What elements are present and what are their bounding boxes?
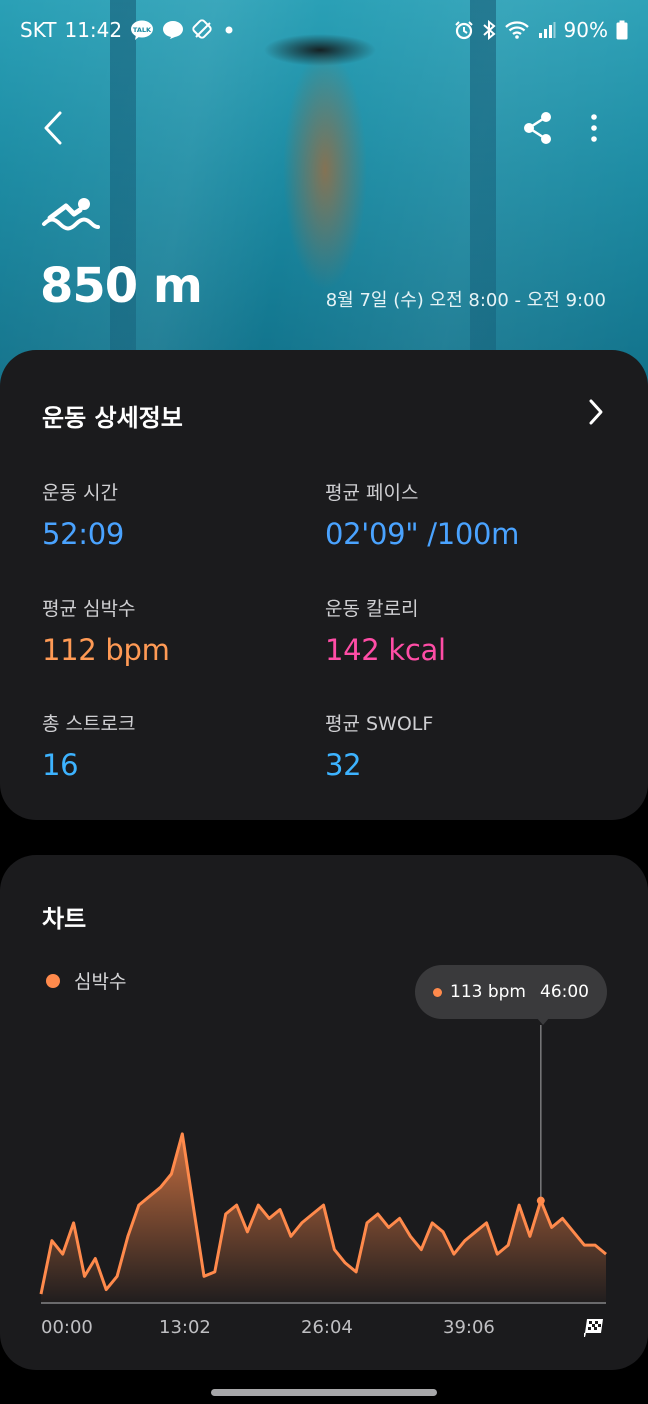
- stat-value: 142 kcal: [325, 633, 446, 667]
- details-title: 운동 상세정보: [42, 404, 183, 432]
- bluetooth-icon: [482, 20, 496, 40]
- stat-value: 02'09" /100m: [325, 517, 520, 551]
- chart-tooltip: 113 bpm 46:00: [415, 965, 607, 1019]
- stat-value: 52:09: [42, 517, 125, 551]
- top-toolbar: [0, 108, 648, 148]
- stat-value: 16: [42, 748, 79, 782]
- x-tick-label: 00:00: [41, 1317, 93, 1338]
- heart-rate-chart[interactable]: [0, 855, 648, 1370]
- x-tick-label: 39:06: [443, 1317, 495, 1338]
- carrier-label: SKT: [20, 18, 57, 42]
- stat-avg-heart-rate: 평균 심박수 112 bpm: [42, 594, 170, 667]
- wifi-icon: [504, 20, 530, 40]
- stat-avg-pace: 평균 페이스 02'09" /100m: [325, 478, 519, 551]
- stat-label: 평균 SWOLF: [325, 713, 434, 735]
- chart-card: 차트 심박수 113 bpm 46:00 00:00 13:02 26:04 3…: [0, 855, 648, 1370]
- signal-icon: [538, 21, 556, 39]
- svg-text:TALK: TALK: [133, 26, 152, 34]
- distance-value: 850 m: [40, 258, 203, 314]
- alarm-icon: [454, 20, 474, 40]
- stat-calories: 운동 칼로리 142 kcal: [325, 594, 446, 667]
- more-vertical-icon[interactable]: [582, 110, 606, 146]
- finish-flag-icon: [583, 1317, 606, 1338]
- share-icon[interactable]: [520, 110, 556, 146]
- home-indicator[interactable]: [211, 1389, 437, 1396]
- heart-rate-area: [41, 1133, 606, 1303]
- tooltip-time: 46:00: [540, 982, 589, 1002]
- stat-label: 총 스트로크: [42, 713, 136, 735]
- tooltip-value: 113 bpm: [450, 982, 526, 1002]
- battery-icon: [616, 20, 628, 40]
- tooltip-arrow: [536, 1017, 550, 1025]
- stat-label: 평균 페이스: [325, 482, 419, 504]
- stat-value: 32: [325, 748, 362, 782]
- bixby-icon: [192, 19, 214, 41]
- x-tick-label: 26:04: [301, 1317, 353, 1338]
- chevron-right-icon[interactable]: [586, 398, 606, 426]
- stat-avg-swolf: 평균 SWOLF 32: [325, 709, 433, 782]
- clock: 11:42: [64, 18, 123, 42]
- stat-value: 112 bpm: [42, 633, 170, 667]
- workout-details-card[interactable]: 운동 상세정보 운동 시간 52:09 평균 페이스 02'09" /100m …: [0, 350, 648, 820]
- stat-label: 운동 칼로리: [325, 598, 419, 620]
- status-bar: SKT 11:42 TALK 90%: [20, 14, 628, 46]
- back-arrow-icon[interactable]: [36, 108, 72, 148]
- swimming-icon: [40, 196, 100, 236]
- stat-label: 운동 시간: [42, 482, 118, 504]
- tooltip-dot: [433, 987, 442, 997]
- stat-label: 평균 심박수: [42, 598, 136, 620]
- stat-total-strokes: 총 스트로크 16: [42, 709, 135, 782]
- talk-icon: TALK: [130, 19, 154, 41]
- x-tick-label: 13:02: [159, 1317, 211, 1338]
- workout-datetime: 8월 7일 (수) 오전 8:00 - 오전 9:00: [325, 290, 606, 311]
- tooltip-point: [536, 1196, 545, 1205]
- messenger-icon: [162, 20, 184, 40]
- battery-percent: 90%: [563, 18, 608, 42]
- dot-icon: [222, 23, 236, 37]
- stat-workout-time: 운동 시간 52:09: [42, 478, 124, 551]
